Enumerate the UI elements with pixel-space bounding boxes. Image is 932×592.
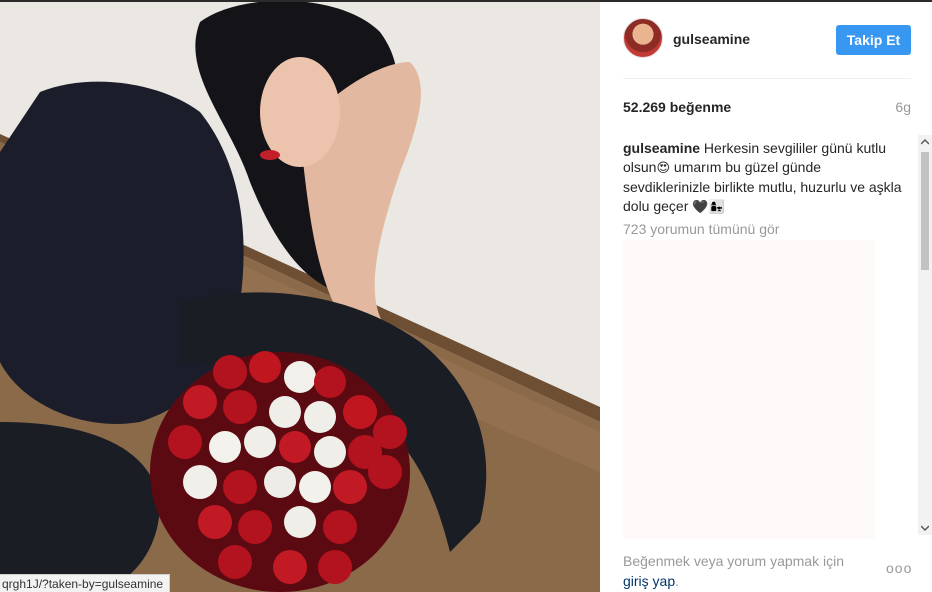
follow-button[interactable]: Takip Et [836, 25, 911, 55]
post-header: gulseamine Takip Et [600, 2, 932, 78]
caption: gulseamine Herkesin sevgililer günü kutl… [623, 139, 903, 217]
chevron-up-icon[interactable] [918, 135, 932, 149]
header-divider [623, 78, 911, 79]
caption-username[interactable]: gulseamine [623, 140, 700, 156]
more-options-icon[interactable]: ooo [886, 560, 912, 576]
heart-family-emoji: 🖤👩‍👧 [692, 200, 725, 215]
comments-list [623, 240, 875, 539]
view-all-comments-link[interactable]: 723 yorumun tümünü gör [623, 220, 903, 239]
status-bar-url: qrgh1J/?taken-by=gulseamine [0, 574, 171, 592]
login-link[interactable]: giriş yap [623, 573, 675, 589]
comments-section: gulseamine Herkesin sevgililer günü kutl… [623, 139, 903, 539]
likes-count[interactable]: 52.269 beğenme [623, 99, 731, 115]
login-prompt: Beğenmek veya yorum yapmak için giriş ya… [623, 551, 873, 591]
photo-illustration [0, 2, 600, 592]
heart-eyes-emoji: 😍 [656, 161, 671, 176]
avatar[interactable] [623, 18, 663, 58]
rose-bouquet [150, 351, 410, 592]
post-age[interactable]: 6g [895, 99, 911, 115]
chevron-down-icon[interactable] [918, 521, 932, 535]
scrollbar-thumb[interactable] [921, 152, 929, 270]
post-sidebar: gulseamine Takip Et 52.269 beğenme 6g gu… [600, 2, 932, 592]
login-suffix: . [675, 573, 680, 589]
login-prompt-text: Beğenmek veya yorum yapmak için [623, 553, 844, 569]
comments-scrollbar[interactable] [918, 135, 932, 535]
header-username[interactable]: gulseamine [673, 31, 750, 47]
post-photo[interactable]: qrgh1J/?taken-by=gulseamine [0, 2, 600, 592]
